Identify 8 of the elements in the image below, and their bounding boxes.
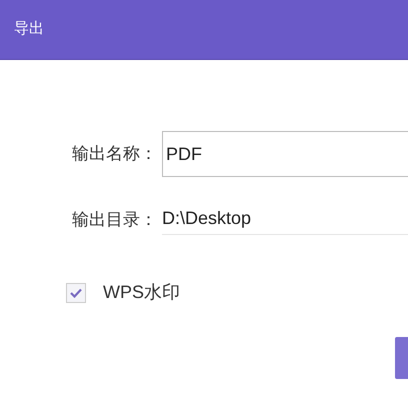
directory-path: D:\Desktop — [162, 205, 408, 235]
checkbox[interactable] — [66, 282, 86, 302]
window-title: 导出 — [14, 19, 44, 40]
field-label: 输出目录： — [72, 209, 158, 232]
check-icon — [70, 288, 82, 298]
field-label: 输出名称： — [72, 143, 158, 166]
name-input-field[interactable]: PDF — [162, 131, 408, 177]
checkbox-label: WPS水印 — [103, 281, 180, 304]
